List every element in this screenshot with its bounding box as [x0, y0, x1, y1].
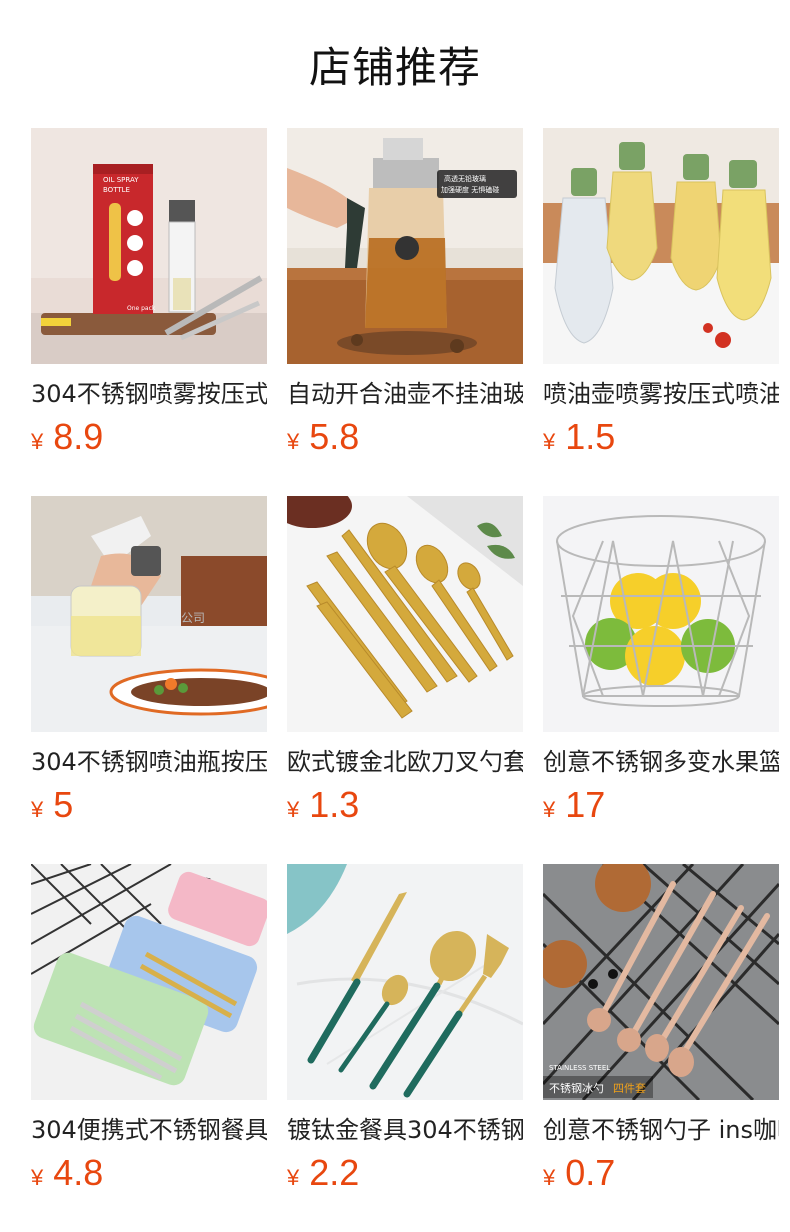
price-value: 4.8 [53, 1152, 104, 1193]
product-card[interactable]: STAINLESS STEEL 不锈钢冰勺 四件套 创意不锈钢勺子 ins咖啡勺… [543, 864, 779, 1232]
product-image-rose-gold-spoons[interactable]: STAINLESS STEEL 不锈钢冰勺 四件套 [543, 864, 779, 1100]
product-name[interactable]: 创意不锈钢多变水果篮 [543, 746, 779, 778]
product-card[interactable]: 镀钛金餐具304不锈钢刀叉 ¥ 2.2 [287, 864, 523, 1232]
image-text: OIL SPRAY [103, 176, 139, 184]
product-name[interactable]: 304不锈钢喷雾按压式油壶 [31, 378, 267, 410]
image-text: 不锈钢冰勺 [549, 1082, 604, 1095]
product-card[interactable]: OIL SPRAY BOTTLE One pack 304不锈钢喷雾按压式油壶 … [31, 128, 267, 496]
currency-symbol: ¥ [31, 797, 44, 822]
product-image-gold-cutlery[interactable] [287, 496, 523, 732]
page-title: 店铺推荐 [308, 43, 481, 92]
product-price: ¥ 17 [543, 784, 779, 826]
image-text: STAINLESS STEEL [549, 1064, 610, 1072]
product-image-oil-spray-bottle[interactable]: OIL SPRAY BOTTLE One pack [31, 128, 267, 364]
image-text: 四件套 [613, 1082, 646, 1095]
image-text: 公司 [181, 611, 205, 625]
product-price: ¥ 1.5 [543, 416, 779, 458]
product-name[interactable]: 欧式镀金北欧刀叉勺套装 [287, 746, 523, 778]
price-value: 1.5 [565, 416, 616, 457]
product-image-titanium-gold-cutlery[interactable] [287, 864, 523, 1100]
product-name[interactable]: 喷油壶喷雾按压式喷油瓶 [543, 378, 779, 410]
image-text: 高透无铅玻璃 [444, 174, 486, 183]
product-image-glass-oil-pot[interactable]: 高透无铅玻璃 加强硬度 无惧磕碰 [287, 128, 523, 364]
price-value: 8.9 [53, 416, 104, 457]
currency-symbol: ¥ [543, 1165, 556, 1190]
currency-symbol: ¥ [31, 429, 44, 454]
image-text: 加强硬度 无惧磕碰 [441, 185, 499, 194]
product-card[interactable]: 喷油壶喷雾按压式喷油瓶 ¥ 1.5 [543, 128, 779, 496]
product-card[interactable]: A KI 304便携式不锈钢餐具套装 ¥ 4.8 [31, 864, 267, 1232]
product-card[interactable]: 公司 304不锈钢喷油瓶按压式 ¥ 5 [31, 496, 267, 864]
product-price: ¥ 4.8 [31, 1152, 267, 1194]
price-value: 17 [565, 784, 606, 825]
product-image-stainless-spray-bottle[interactable]: 公司 [31, 496, 267, 732]
product-card[interactable]: 高透无铅玻璃 加强硬度 无惧磕碰 自动开合油壶不挂油玻璃 ¥ 5.8 [287, 128, 523, 496]
price-value: 2.2 [309, 1152, 360, 1193]
product-name[interactable]: 304便携式不锈钢餐具套装 [31, 1114, 267, 1146]
product-price: ¥ 5 [31, 784, 267, 826]
product-price: ¥ 8.9 [31, 416, 267, 458]
product-price: ¥ 0.7 [543, 1152, 779, 1194]
image-text: One pack [127, 305, 156, 312]
product-grid: OIL SPRAY BOTTLE One pack 304不锈钢喷雾按压式油壶 … [31, 128, 779, 1232]
price-value: 5 [53, 784, 74, 825]
currency-symbol: ¥ [287, 797, 300, 822]
product-image-spray-oil-bottles[interactable] [543, 128, 779, 364]
currency-symbol: ¥ [543, 429, 556, 454]
product-card[interactable]: 创意不锈钢多变水果篮 ¥ 17 [543, 496, 779, 864]
product-price: ¥ 1.3 [287, 784, 523, 826]
price-value: 0.7 [565, 1152, 616, 1193]
product-price: ¥ 5.8 [287, 416, 523, 458]
currency-symbol: ¥ [543, 797, 556, 822]
image-text: BOTTLE [103, 186, 130, 194]
currency-symbol: ¥ [287, 429, 300, 454]
currency-symbol: ¥ [287, 1165, 300, 1190]
price-value: 1.3 [309, 784, 360, 825]
currency-symbol: ¥ [31, 1165, 44, 1190]
product-name[interactable]: 自动开合油壶不挂油玻璃 [287, 378, 523, 410]
product-image-fruit-basket[interactable] [543, 496, 779, 732]
product-name[interactable]: 304不锈钢喷油瓶按压式 [31, 746, 267, 778]
product-image-portable-cutlery-set[interactable]: A KI [31, 864, 267, 1100]
product-name[interactable]: 镀钛金餐具304不锈钢刀叉 [287, 1114, 523, 1146]
product-card[interactable]: 欧式镀金北欧刀叉勺套装 ¥ 1.3 [287, 496, 523, 864]
product-name[interactable]: 创意不锈钢勺子 ins咖啡勺 [543, 1114, 779, 1146]
price-value: 5.8 [309, 416, 360, 457]
product-price: ¥ 2.2 [287, 1152, 523, 1194]
